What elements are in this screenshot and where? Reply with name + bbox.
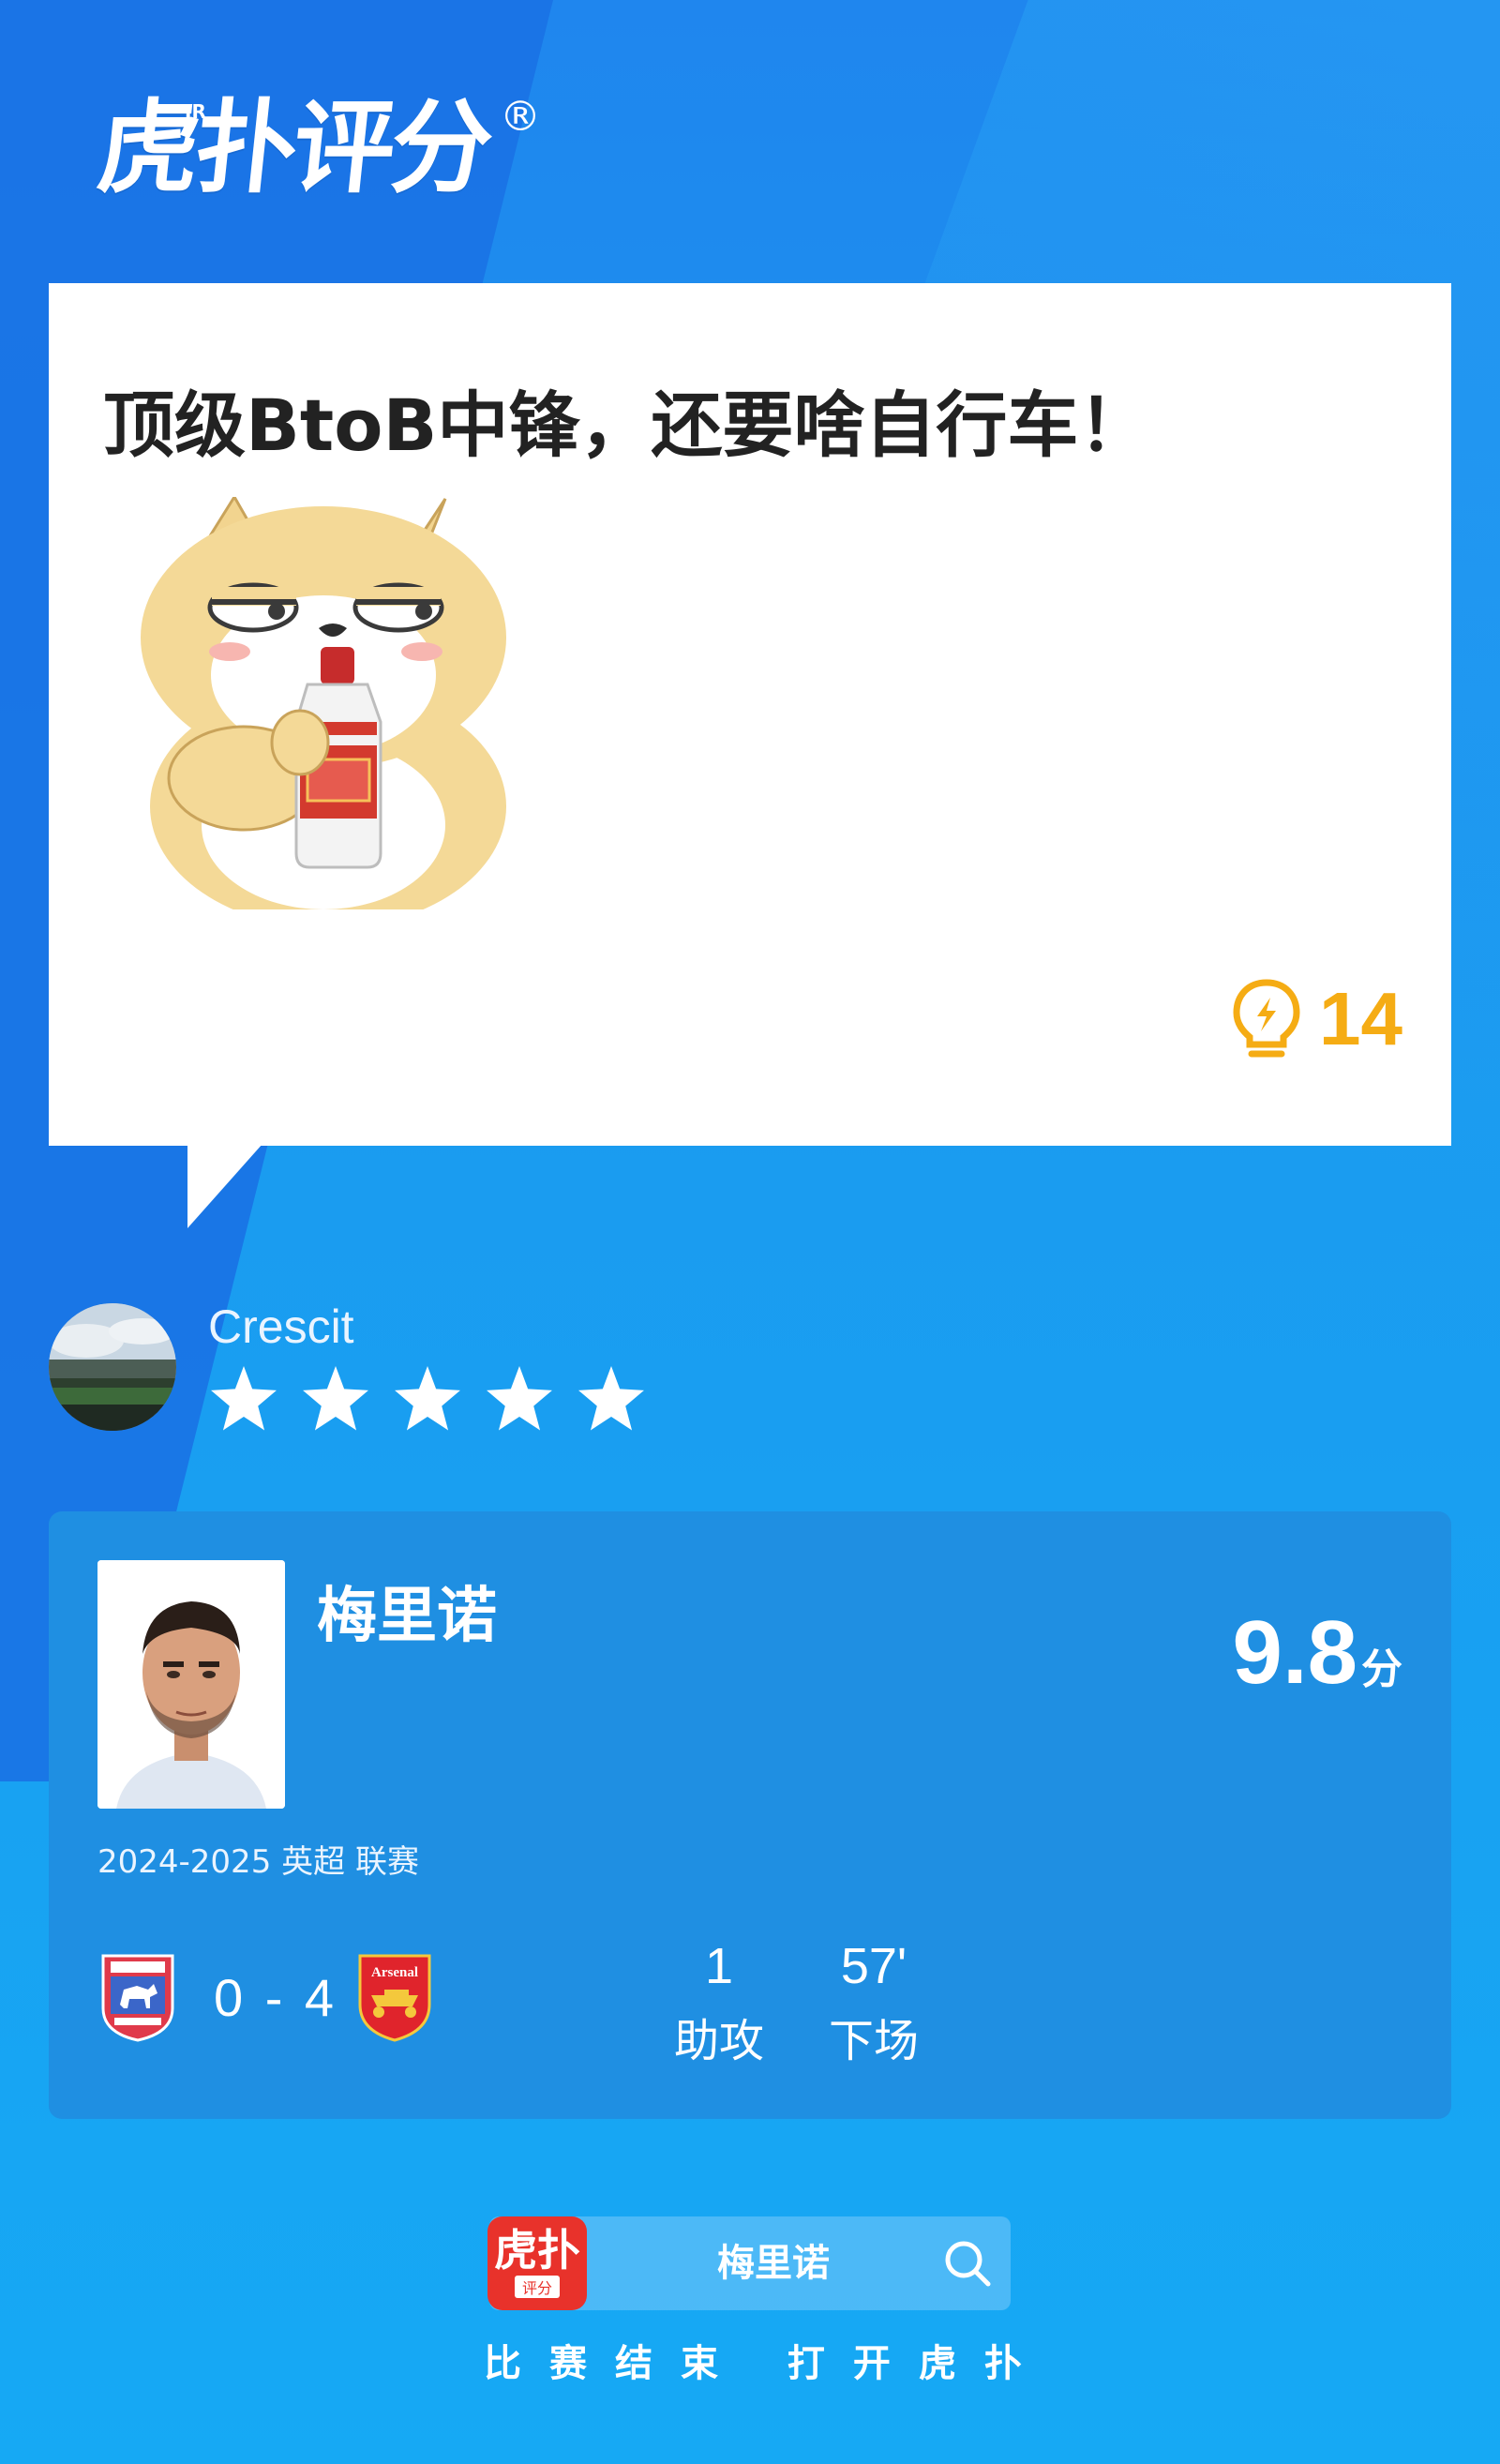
stat-value: 57' bbox=[840, 1938, 908, 1994]
search-query: 梅里诺 bbox=[717, 2242, 830, 2285]
stat-label: 下场 bbox=[828, 2015, 919, 2068]
user-rating-stars bbox=[208, 1363, 647, 1435]
avatar[interactable] bbox=[49, 1303, 176, 1431]
lightbulb-icon bbox=[1233, 979, 1300, 1058]
likes-count: 14 bbox=[1319, 977, 1402, 1060]
registered-mark: ® bbox=[500, 93, 542, 141]
star-icon bbox=[395, 1366, 460, 1431]
comment-card: 顶级BtoB中锋，还要啥自行车！ 14 bbox=[49, 283, 1451, 1146]
player-score: 9.8 分 bbox=[1233, 1601, 1402, 1705]
footer-text: 比赛结束 打开虎扑 bbox=[484, 2342, 1050, 2385]
stat-subbed-off: 57' 下场 bbox=[818, 1938, 930, 2069]
comment-text: 顶级BtoB中锋，还要啥自行车！ bbox=[103, 383, 1150, 467]
match-score: 0 - 4 bbox=[214, 1968, 338, 2027]
arsenal-badge: Arsenal bbox=[358, 1954, 431, 2042]
arsenal-text: Arsenal bbox=[371, 1965, 418, 1980]
stat-assists: 1 助攻 bbox=[668, 1938, 771, 2069]
star-icon bbox=[303, 1366, 368, 1431]
ipswich-town-badge bbox=[101, 1954, 174, 2042]
star-icon bbox=[211, 1366, 277, 1431]
search-bar[interactable]: 虎扑 评分 梅里诺 bbox=[488, 2216, 1011, 2310]
logo-jr: JR bbox=[185, 100, 206, 123]
logo-text: 虎扑评分 bbox=[92, 90, 495, 207]
likes[interactable]: 14 bbox=[1229, 977, 1402, 1061]
star-icon bbox=[578, 1366, 644, 1431]
player-photo bbox=[98, 1560, 285, 1809]
stat-value: 1 bbox=[704, 1938, 734, 1994]
season-label: 2024-2025 英超 联赛 bbox=[98, 1843, 419, 1881]
stat-label: 助攻 bbox=[673, 2015, 764, 2068]
score-unit: 分 bbox=[1361, 1645, 1402, 1693]
app-icon-sub: 评分 bbox=[514, 2276, 560, 2298]
app-icon-text: 虎扑 bbox=[494, 2225, 580, 2276]
username[interactable]: Crescit bbox=[208, 1300, 354, 1354]
score-value: 9.8 bbox=[1232, 1602, 1358, 1703]
player-name: 梅里诺 bbox=[317, 1582, 497, 1651]
star-icon bbox=[487, 1366, 552, 1431]
hupu-app-icon[interactable]: 虎扑 评分 bbox=[488, 2216, 587, 2310]
app-logo: 虎扑评分 JR ® bbox=[92, 90, 541, 220]
player-card[interactable]: 梅里诺 9.8 分 2024-2025 英超 联赛 0 - 4 Arsenal … bbox=[49, 1511, 1451, 2119]
dog-drinking-sticker bbox=[141, 497, 506, 909]
search-icon[interactable] bbox=[941, 2237, 994, 2290]
speech-bubble-tail bbox=[188, 1144, 262, 1228]
